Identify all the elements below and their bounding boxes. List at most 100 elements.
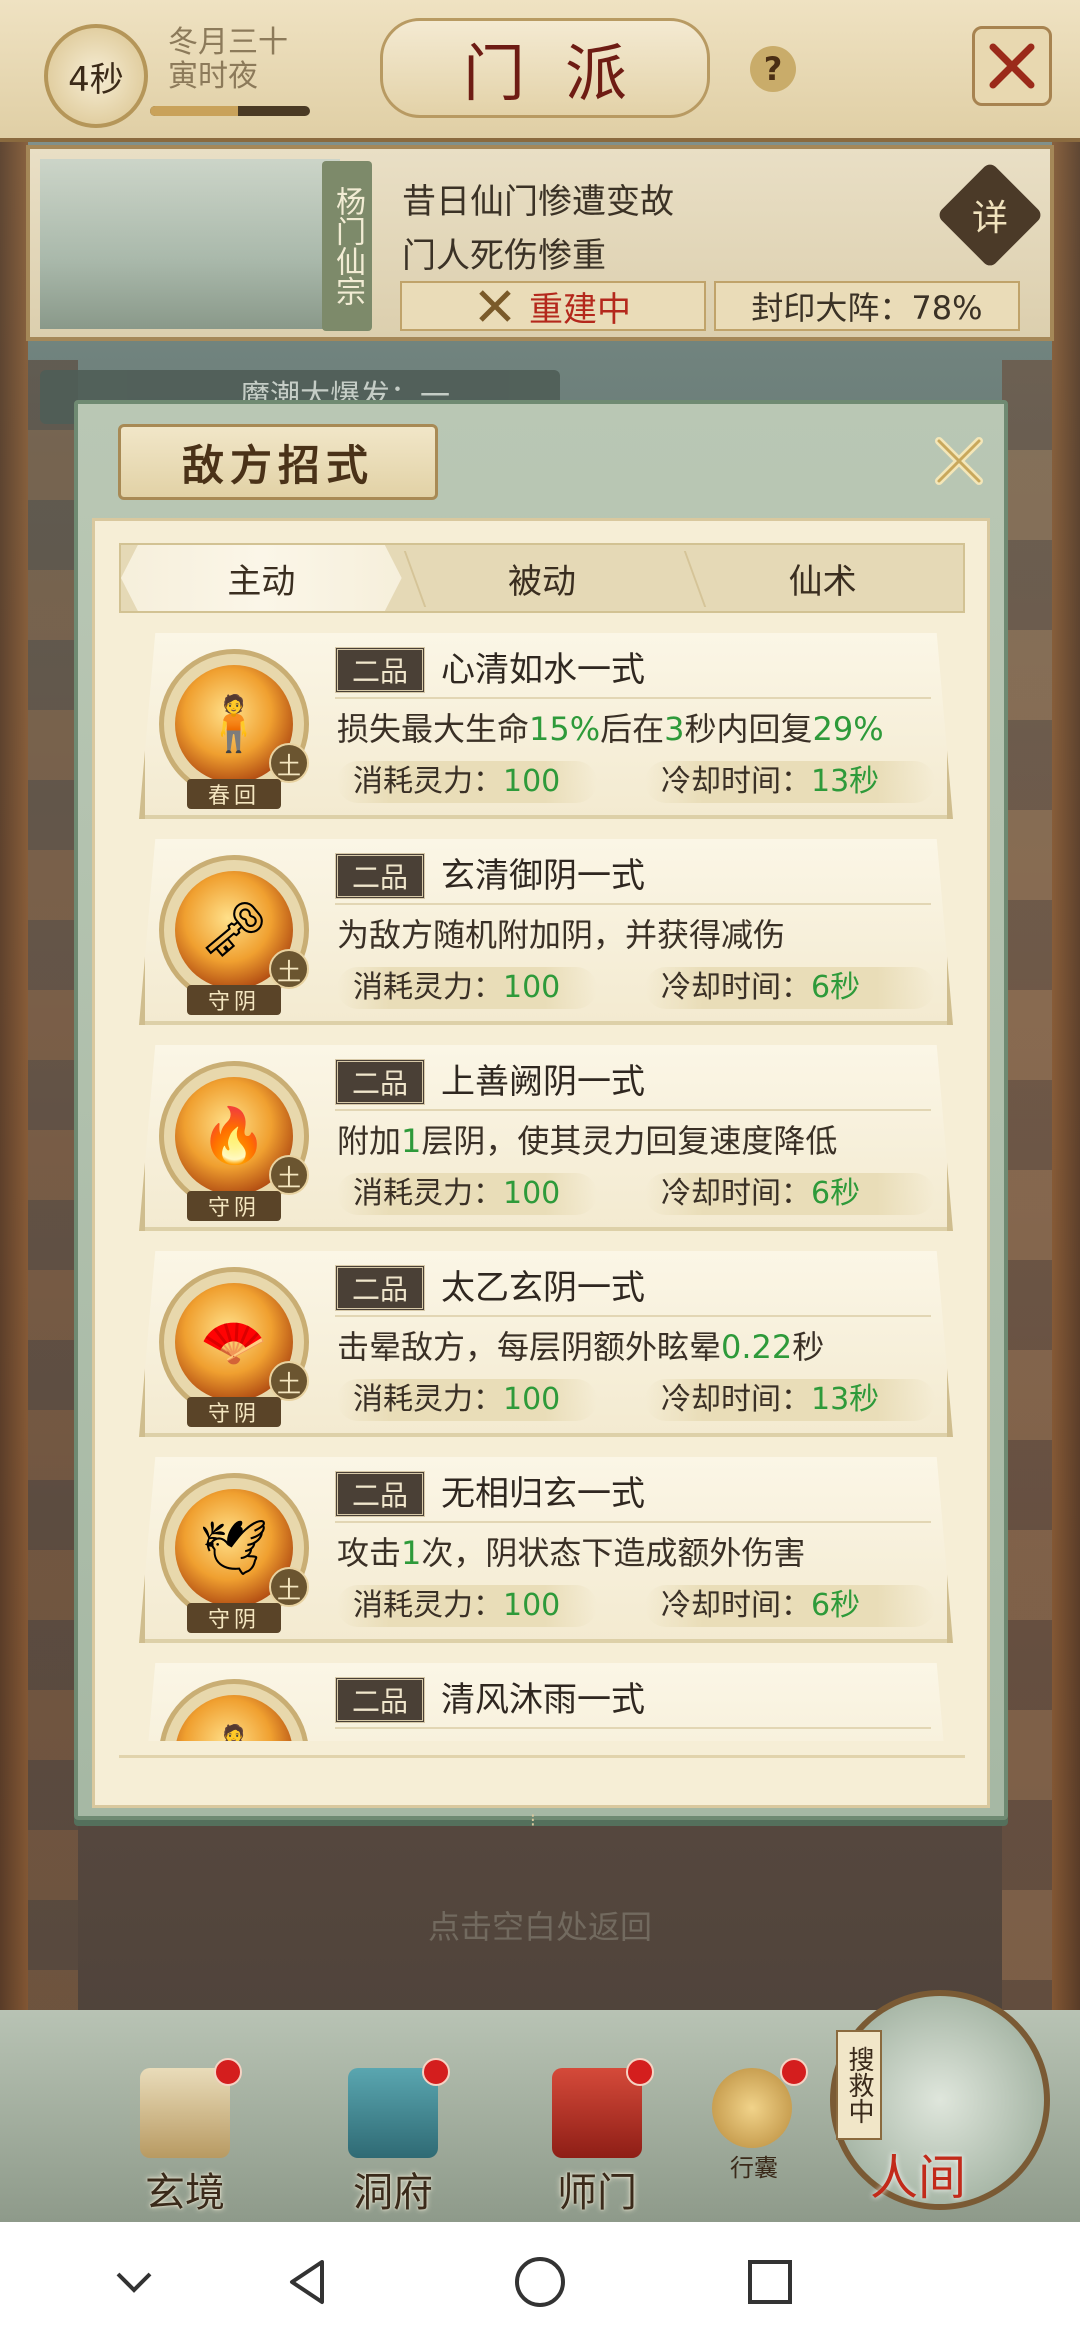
element-badge: 土 <box>269 1155 309 1195</box>
desc-segment: 为敌方随机附加阴，并获得减伤 <box>337 916 786 954</box>
cooldown-pill: 冷却时间：6秒 <box>645 967 935 1009</box>
skill-card[interactable]: 🗝 土守阴 二品 玄清御阴一式 为敌方随机附加阴，并获得减伤 消耗灵力：100 冷却时间：6… <box>139 839 953 1025</box>
help-button[interactable]: ? <box>750 46 796 92</box>
sect-name: 杨门仙宗 <box>322 161 372 331</box>
back-button[interactable] <box>268 2242 348 2322</box>
world-label: 人间 <box>870 2150 967 2206</box>
nav-xuanjing[interactable]: 玄境 <box>110 2058 260 2216</box>
skill-card[interactable]: 🪭 土守阴 二品 太乙玄阴一式 击晕敌方，每层阴额外眩晕0.22秒 消耗灵力：100 冷却时… <box>139 1251 953 1437</box>
top-bar: 4秒 冬月三十 寅时夜 门派 ? <box>0 0 1080 142</box>
divider <box>335 1315 931 1317</box>
desc-segment: 击晕敌方，每层阴额外眩晕 <box>337 1328 722 1366</box>
cooldown-label: 冷却时间： <box>661 970 811 1005</box>
dialog-title: 敌方招式 <box>118 424 438 500</box>
nav-dongfu[interactable]: 洞府 <box>318 2058 468 2216</box>
desc-segment: 29% <box>812 710 884 748</box>
grade-badge: 二品 <box>335 1059 425 1105</box>
tap-blank-hint: 点击空白处返回 <box>427 1908 652 1946</box>
cooldown-pill: 冷却时间：6秒 <box>645 1173 935 1215</box>
cooldown-value: 6秒 <box>811 970 861 1005</box>
nav-bag[interactable] <box>700 2058 810 2208</box>
divider <box>335 1727 931 1729</box>
skill-card[interactable]: 🕊 土守阴 二品 无相归玄一式 攻击1次，阴状态下造成额外伤害 消耗灵力：100 冷却时间：… <box>139 1457 953 1643</box>
grade-badge: 二品 <box>335 647 425 693</box>
home-button[interactable] <box>500 2242 580 2322</box>
skill-card[interactable]: 🧍 土春回 二品 心清如水一式 损失最大生命15%后在3秒内回复29% 消耗灵力：100 冷… <box>139 633 953 819</box>
sect-desc-line-2: 门人死伤惨重 <box>402 236 606 276</box>
element-badge: 土 <box>269 1567 309 1607</box>
desc-segment: 攻击 <box>337 1534 402 1572</box>
left-frame <box>0 130 28 2030</box>
skill-description: 击晕敌方，每层阴额外眩晕0.22秒 <box>337 1323 824 1371</box>
date-line-2: 寅时夜 <box>168 59 258 94</box>
element-badge: 土 <box>269 1361 309 1401</box>
detail-button[interactable]: 详 <box>936 161 1044 269</box>
time-progress-bar <box>150 106 310 116</box>
cost-label: 消耗灵力： <box>353 1588 503 1623</box>
collapse-button[interactable] <box>94 2242 174 2322</box>
cost-pill: 消耗灵力：100 <box>337 1173 597 1215</box>
cooldown-pill: 冷却时间：13秒 <box>645 761 935 803</box>
skill-card[interactable]: 🔥 土守阴 二品 上善阙阴一式 附加1层阴，使其灵力回复速度降低 消耗灵力：100 冷却时间… <box>139 1045 953 1231</box>
bag-icon <box>712 2068 792 2148</box>
nav-label: 洞府 <box>353 2170 433 2216</box>
skill-name: 清风沐雨一式 <box>441 1680 645 1720</box>
nav-shimen[interactable]: 师门 <box>522 2058 672 2216</box>
skill-name: 玄清御阴一式 <box>441 856 645 896</box>
panel-footer <box>119 1755 965 1798</box>
skill-description: 附加1层阴，使其灵力回复速度降低 <box>337 1117 837 1165</box>
divider <box>335 1109 931 1111</box>
grade-badge: 二品 <box>335 1265 425 1311</box>
bag-label: 行囊 <box>730 2154 778 2182</box>
desc-segment: 每秒为自身回复生命，持续3秒 <box>337 1740 773 1741</box>
cooldown-label: 冷却时间： <box>661 1588 811 1623</box>
close-icon <box>935 437 983 485</box>
close-icon <box>989 43 1035 89</box>
skill-icon-frame: 🧍 土春回 <box>159 649 309 809</box>
pavilion-icon <box>348 2068 438 2158</box>
back-triangle-icon <box>290 2260 324 2304</box>
desc-segment: 1 <box>401 1534 422 1572</box>
tab-spells[interactable]: 仙术 <box>682 545 963 611</box>
left-scenery <box>28 360 78 2060</box>
cooldown-pill: 冷却时间：13秒 <box>645 1379 935 1421</box>
sect-banner: 杨门仙宗 昔日仙门惨遭变故 门人死伤惨重 重建中 封印大阵：78% 详 <box>26 145 1054 341</box>
skill-description: 攻击1次，阴状态下造成额外伤害 <box>337 1529 805 1577</box>
grade-badge: 二品 <box>335 1471 425 1517</box>
cooldown-value: 6秒 <box>811 1176 861 1211</box>
cost-pill: 消耗灵力：100 <box>337 967 597 1009</box>
cooldown-pill: 冷却时间：6秒 <box>645 1585 935 1627</box>
desc-segment: 秒 <box>792 1328 825 1366</box>
skill-card[interactable]: 🧍二品清风沐雨一式每秒为自身回复生命，持续3秒消耗灵力：100冷却时间： <box>139 1663 953 1741</box>
detail-label: 详 <box>971 198 1008 239</box>
skill-list[interactable]: 🧍 土春回 二品 心清如水一式 损失最大生命15%后在3秒内回复29% 消耗灵力：100 冷… <box>117 633 967 1741</box>
skill-icon-frame: 🪭 土守阴 <box>159 1267 309 1427</box>
close-button[interactable] <box>972 26 1052 106</box>
status-text: 重建中 <box>529 289 631 330</box>
game-date: 冬月三十 寅时夜 <box>168 26 288 94</box>
tab-active[interactable]: 主动 <box>121 545 402 611</box>
skill-type-tag: 守阴 <box>187 1397 281 1427</box>
skill-type-tag: 春回 <box>187 779 281 809</box>
notification-dot <box>780 2058 808 2086</box>
notification-dot <box>214 2058 242 2086</box>
right-frame <box>1052 130 1080 2030</box>
dialog-close-button[interactable] <box>924 426 994 496</box>
timer-badge: 4秒 <box>44 24 148 128</box>
skill-icon-frame: 🔥 土守阴 <box>159 1061 309 1221</box>
skill-type-tag: 守阴 <box>187 985 281 1015</box>
element-badge: 土 <box>269 949 309 989</box>
tab-passive[interactable]: 被动 <box>402 545 683 611</box>
element-badge: 土 <box>269 743 309 783</box>
skill-description: 为敌方随机附加阴，并获得减伤 <box>337 911 785 959</box>
cost-pill: 消耗灵力：100 <box>337 761 597 803</box>
notification-dot <box>422 2058 450 2086</box>
date-line-1: 冬月三十 <box>168 25 288 60</box>
skill-description: 损失最大生命15%后在3秒内回复29% <box>337 705 884 753</box>
desc-segment: 秒内回复 <box>684 710 813 748</box>
recents-square-icon <box>748 2260 792 2304</box>
desc-segment: 次，阴状态下造成额外伤害 <box>421 1534 806 1572</box>
cost-value: 100 <box>503 970 561 1005</box>
skill-type-tag: 守阴 <box>187 1191 281 1221</box>
recents-button[interactable] <box>730 2242 810 2322</box>
